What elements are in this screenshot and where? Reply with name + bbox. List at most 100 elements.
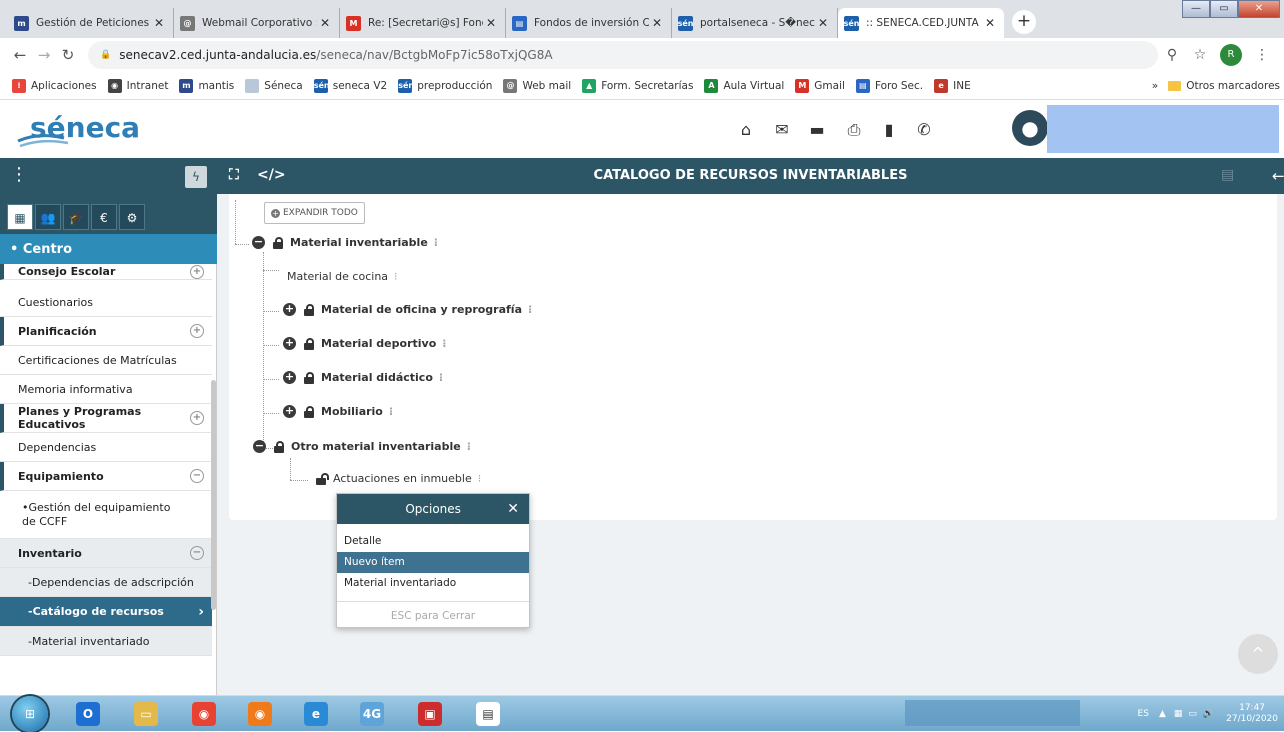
tree-node[interactable]: Actuaciones en inmueble ⁝: [316, 472, 481, 485]
cogs-icon[interactable]: ⚙: [119, 204, 145, 230]
kebab-icon[interactable]: ⁝: [478, 472, 482, 485]
collapse-icon[interactable]: −: [253, 440, 266, 453]
bookmark-item[interactable]: sén preproducción: [398, 78, 492, 93]
collapse-icon[interactable]: −: [190, 546, 204, 560]
back-icon[interactable]: ←: [8, 46, 32, 64]
bolt-icon[interactable]: ϟ: [185, 166, 207, 188]
sidebar-item[interactable]: •Gestión del equipamiento de CCFF: [0, 491, 212, 539]
scroll-top-button[interactable]: ^: [1238, 634, 1278, 674]
sidebar-item[interactable]: Equipamiento −: [0, 462, 212, 491]
new-tab-button[interactable]: +: [1012, 10, 1036, 34]
sidebar-item[interactable]: Planes y Programas Educativos +: [0, 404, 212, 433]
document-icon[interactable]: ▤: [462, 698, 514, 730]
bookmark-item[interactable]: ⁞ Aplicaciones: [12, 78, 97, 93]
print-icon[interactable]: ⎙: [842, 118, 866, 142]
tab-close-icon[interactable]: ✕: [151, 16, 167, 30]
minimize-button[interactable]: —: [1182, 0, 1210, 18]
tree-node[interactable]: − Otro material inventariable ⁝: [253, 440, 471, 453]
kebab-icon[interactable]: ⁝: [389, 405, 393, 418]
kebab-icon[interactable]: ⁝: [394, 270, 398, 283]
document-icon[interactable]: ▤: [1221, 167, 1234, 183]
euro-icon[interactable]: €: [91, 204, 117, 230]
home-icon[interactable]: ⌂: [734, 118, 758, 142]
expand-icon[interactable]: +: [283, 405, 296, 418]
bookmark-item[interactable]: sén seneca V2: [313, 78, 387, 93]
url-field[interactable]: 🔒 senecav2.ced.junta-andalucia.es/seneca…: [88, 41, 1158, 69]
expand-icon[interactable]: +: [190, 264, 204, 279]
phone-icon[interactable]: ✆: [912, 118, 936, 142]
browser-tab[interactable]: @ Webmail Corporativo :: F✕: [174, 8, 340, 38]
bookmark-item[interactable]: ▲ Form. Secretarías: [582, 78, 693, 93]
expand-icon[interactable]: +: [283, 337, 296, 350]
sidebar-item[interactable]: Consejo Escolar +: [0, 264, 212, 280]
browser-tab[interactable]: sén portalseneca - S�neca ✕: [672, 8, 838, 38]
graduation-icon[interactable]: 🎓: [63, 204, 89, 230]
bookmark-item[interactable]: ◉ Intranet: [107, 78, 168, 93]
mail-icon[interactable]: ✉: [770, 118, 794, 142]
tree-node[interactable]: + Mobiliario ⁝: [283, 405, 393, 418]
bookmark-item[interactable]: @ Web mail: [503, 78, 571, 93]
browser-tab[interactable]: M Re: [Secretari@s] Fondos✕: [340, 8, 506, 38]
browser-tab[interactable]: ▤ Fondos de inversión Cov✕: [506, 8, 672, 38]
tab-close-icon[interactable]: ✕: [649, 16, 665, 30]
firefox-icon[interactable]: ◉: [234, 698, 286, 730]
bookmark-item[interactable]: A Aula Virtual: [704, 78, 784, 93]
user-avatar-icon[interactable]: ●: [1012, 110, 1048, 146]
chrome-icon[interactable]: ◉: [178, 698, 230, 730]
tray-up-icon[interactable]: ▲: [1159, 709, 1166, 719]
expand-icon[interactable]: +: [283, 371, 296, 384]
tree-node[interactable]: + Material de oficina y reprografía ⁝: [283, 303, 532, 316]
bookmark-item[interactable]: Séneca: [245, 78, 303, 93]
popup-menu-item[interactable]: Material inventariado: [337, 573, 529, 594]
sidebar-item[interactable]: Dependencias: [0, 433, 212, 462]
shield-icon[interactable]: ▣: [404, 698, 456, 730]
bookmark-item[interactable]: m mantis: [179, 78, 234, 93]
building-icon[interactable]: ▦: [7, 204, 33, 230]
4g-icon[interactable]: 4G: [346, 698, 398, 730]
tab-close-icon[interactable]: ✕: [483, 16, 499, 30]
folder-icon[interactable]: ▬: [805, 118, 829, 142]
seneca-logo[interactable]: séneca: [16, 108, 176, 150]
expand-icon[interactable]: +: [190, 324, 204, 338]
bookmark-item[interactable]: ▤ Foro Sec.: [855, 78, 923, 93]
reload-icon[interactable]: ↻: [56, 46, 80, 64]
expand-all-button[interactable]: + EXPANDIR TODO: [264, 202, 365, 224]
sidebar-item[interactable]: -Catálogo de recursos ›: [0, 597, 212, 627]
back-arrow-icon[interactable]: ←: [1272, 158, 1284, 194]
profile-avatar[interactable]: R: [1220, 44, 1242, 66]
bookmarks-more[interactable]: »: [1152, 80, 1158, 92]
zoom-icon[interactable]: ⚲: [1158, 47, 1186, 63]
network-icon[interactable]: ▦: [1174, 709, 1183, 719]
start-button[interactable]: ⊞: [12, 696, 48, 732]
collapse-icon[interactable]: −: [252, 236, 265, 249]
bookmark-item[interactable]: M Gmail: [795, 78, 845, 93]
kebab-icon[interactable]: ⁝: [528, 303, 532, 316]
close-window-button[interactable]: ✕: [1238, 0, 1280, 18]
kebab-icon[interactable]: ⁝: [434, 236, 438, 249]
menu-dots-icon[interactable]: ⋮: [1248, 47, 1276, 63]
star-icon[interactable]: ☆: [1186, 47, 1214, 63]
bookmark-item[interactable]: e INE: [934, 78, 971, 93]
browser-tab[interactable]: m Gestión de Peticiones ✕: [8, 8, 174, 38]
sidebar-item[interactable]: Certificaciones de Matrículas: [0, 346, 212, 375]
expand-icon[interactable]: +: [283, 303, 296, 316]
sidebar-section-title[interactable]: • Centro: [0, 234, 217, 264]
other-bookmarks[interactable]: Otros marcadores: [1186, 80, 1280, 92]
clock[interactable]: 17:47 27/10/2020: [1226, 703, 1278, 725]
tree-node[interactable]: Material de cocina ⁝: [287, 270, 398, 283]
sidebar-item[interactable]: Inventario −: [0, 539, 212, 568]
tab-close-icon[interactable]: ✕: [317, 16, 333, 30]
sidebar-item[interactable]: Memoria informativa: [0, 375, 212, 404]
tab-close-icon[interactable]: ✕: [982, 16, 998, 30]
forward-icon[interactable]: →: [32, 46, 56, 64]
sidebar-item[interactable]: -Material inventariado: [0, 627, 212, 656]
expand-icon[interactable]: +: [190, 411, 204, 425]
sidebar-scrollbar[interactable]: [211, 380, 216, 610]
close-icon[interactable]: ✕: [507, 501, 519, 517]
outlook-icon[interactable]: O: [62, 698, 114, 730]
popup-menu-item[interactable]: Nuevo ítem: [337, 552, 529, 573]
tab-close-icon[interactable]: ✕: [815, 16, 831, 30]
explorer-icon[interactable]: ▭: [120, 698, 172, 730]
battery-icon[interactable]: ▭: [1188, 709, 1197, 719]
sidebar-menu-icon[interactable]: ⋮: [10, 164, 28, 185]
